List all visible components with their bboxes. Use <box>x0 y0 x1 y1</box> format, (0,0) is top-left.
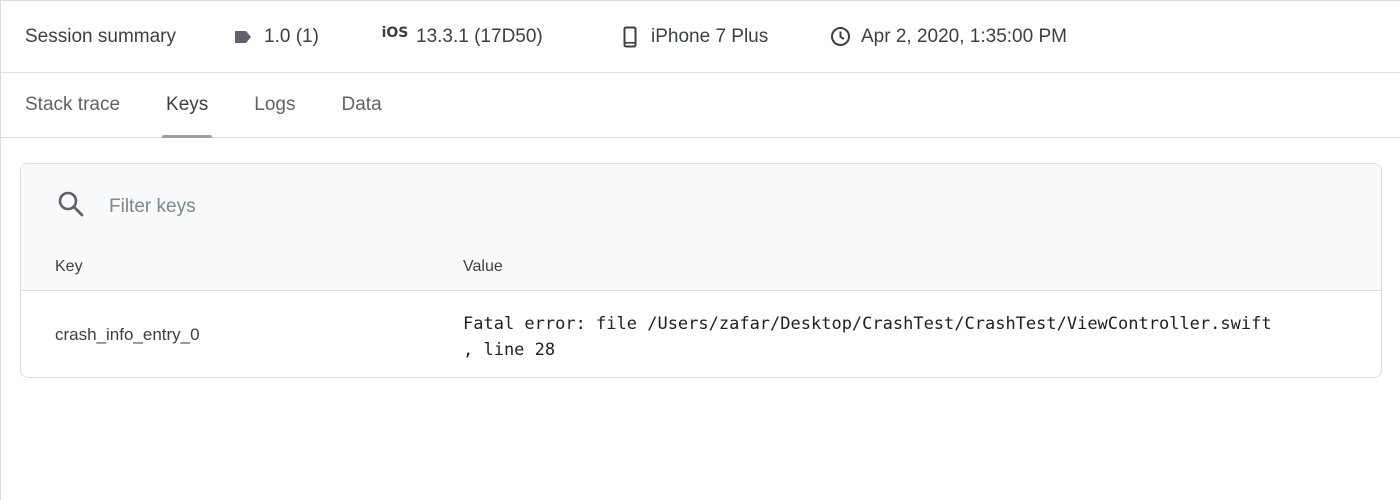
clock-icon <box>829 26 851 48</box>
keys-card-header: Key Value <box>21 164 1381 291</box>
search-icon[interactable] <box>57 190 85 223</box>
tab-keys[interactable]: Keys <box>162 73 213 138</box>
app-version-value: 1.0 (1) <box>264 25 319 47</box>
detail-tabs: Stack trace Keys Logs Data <box>1 73 1400 138</box>
tab-data[interactable]: Data <box>342 73 382 137</box>
filter-keys-input[interactable] <box>107 190 611 223</box>
os-version: iOS 13.3.1 (17D50) <box>381 24 619 48</box>
table-row: crash_info_entry_0 Fatal error: file /Us… <box>21 291 1381 377</box>
session-summary-bar: Session summary 1.0 (1) iOS 13.3.1 (17D5… <box>1 1 1400 73</box>
filter-keys-search <box>57 190 611 223</box>
crash-session-view: Session summary 1.0 (1) iOS 13.3.1 (17D5… <box>0 0 1400 500</box>
crash-timestamp: Apr 2, 2020, 1:35:00 PM <box>829 26 1067 48</box>
value-cell: Fatal error: file /Users/zafar/Desktop/C… <box>463 314 1272 360</box>
tab-stack-trace[interactable]: Stack trace <box>25 73 120 137</box>
app-version: 1.0 (1) <box>232 26 384 48</box>
tab-logs[interactable]: Logs <box>254 73 295 137</box>
active-tab-indicator <box>162 135 213 138</box>
keys-card: Key Value crash_info_entry_0 Fatal error… <box>20 163 1382 378</box>
crash-timestamp-value: Apr 2, 2020, 1:35:00 PM <box>861 25 1067 47</box>
tag-icon <box>232 26 254 48</box>
device-model: iPhone 7 Plus <box>619 26 829 48</box>
phone-icon <box>619 26 641 48</box>
ios-icon: iOS <box>381 24 409 41</box>
column-header-key[interactable]: Key <box>55 258 83 276</box>
device-model-value: iPhone 7 Plus <box>651 25 769 47</box>
session-summary-title: Session summary <box>25 25 176 47</box>
os-version-value: 13.3.1 (17D50) <box>416 25 543 47</box>
key-cell: crash_info_entry_0 <box>55 325 200 344</box>
column-header-value[interactable]: Value <box>463 258 503 276</box>
